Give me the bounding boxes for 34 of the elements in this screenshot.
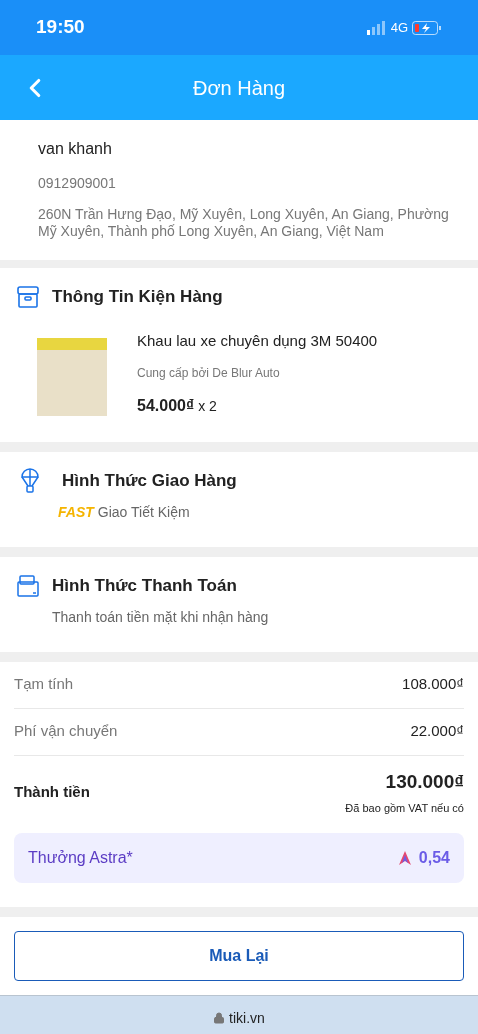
status-time: 19:50: [36, 15, 85, 40]
reward-value: 0,54: [418, 847, 450, 868]
lock-icon: [213, 1012, 226, 1024]
page-title: Đơn Hàng: [192, 75, 286, 101]
url-text: tiki.vn: [229, 1008, 265, 1028]
total-label: Thành tiền: [14, 781, 90, 802]
summary-label: Tạm tính: [14, 674, 74, 695]
summary-value: 108.000₫: [402, 674, 464, 695]
summary-value: 22.000₫: [410, 721, 464, 742]
product-price: 54.000₫: [137, 396, 195, 416]
recipient-name: van khanh: [38, 139, 113, 159]
signal-icon: [366, 20, 387, 35]
section-heading: Hình Thức Thanh Toán: [52, 575, 237, 597]
payment-icon: [16, 573, 40, 598]
summary-label: Phí vận chuyển: [14, 721, 118, 742]
total-value: 130.000₫: [385, 769, 464, 794]
product-seller: Cung cấp bởi De Blur Auto: [137, 365, 281, 382]
vat-note: Đã bao gồm VAT nếu có: [345, 801, 464, 816]
battery-icon: [412, 20, 442, 35]
payment-method: Thanh toán tiền mặt khi nhận hàng: [51, 607, 270, 627]
parachute-icon: [20, 468, 40, 494]
box-icon: [16, 284, 40, 309]
product-quantity: x 2: [198, 397, 217, 416]
fast-label: FAST: [58, 503, 94, 522]
section-heading: Thông Tin Kiện Hàng: [52, 286, 223, 308]
shipping-method: Giao Tiết Kiệm: [97, 503, 190, 522]
recipient-phone: 0912909001: [38, 174, 117, 193]
section-heading: Hình Thức Giao Hàng: [62, 470, 237, 493]
product-name: Khau lau xe chuyên dụng 3M 50400: [137, 330, 378, 351]
astra-icon: [398, 850, 411, 865]
buy-again-button[interactable]: Mua Lại: [14, 930, 464, 981]
recipient-address: 260N Trần Hưng Đạo, Mỹ Xuyên, Long Xuyên, An Giang, Phường Mỹ Xuyên, Thành phố Long Xuyên, An Giang, Việt Nam: [38, 206, 450, 240]
network-label: 4G: [390, 18, 408, 37]
reward-label: Thưởng Astra*: [28, 847, 133, 868]
